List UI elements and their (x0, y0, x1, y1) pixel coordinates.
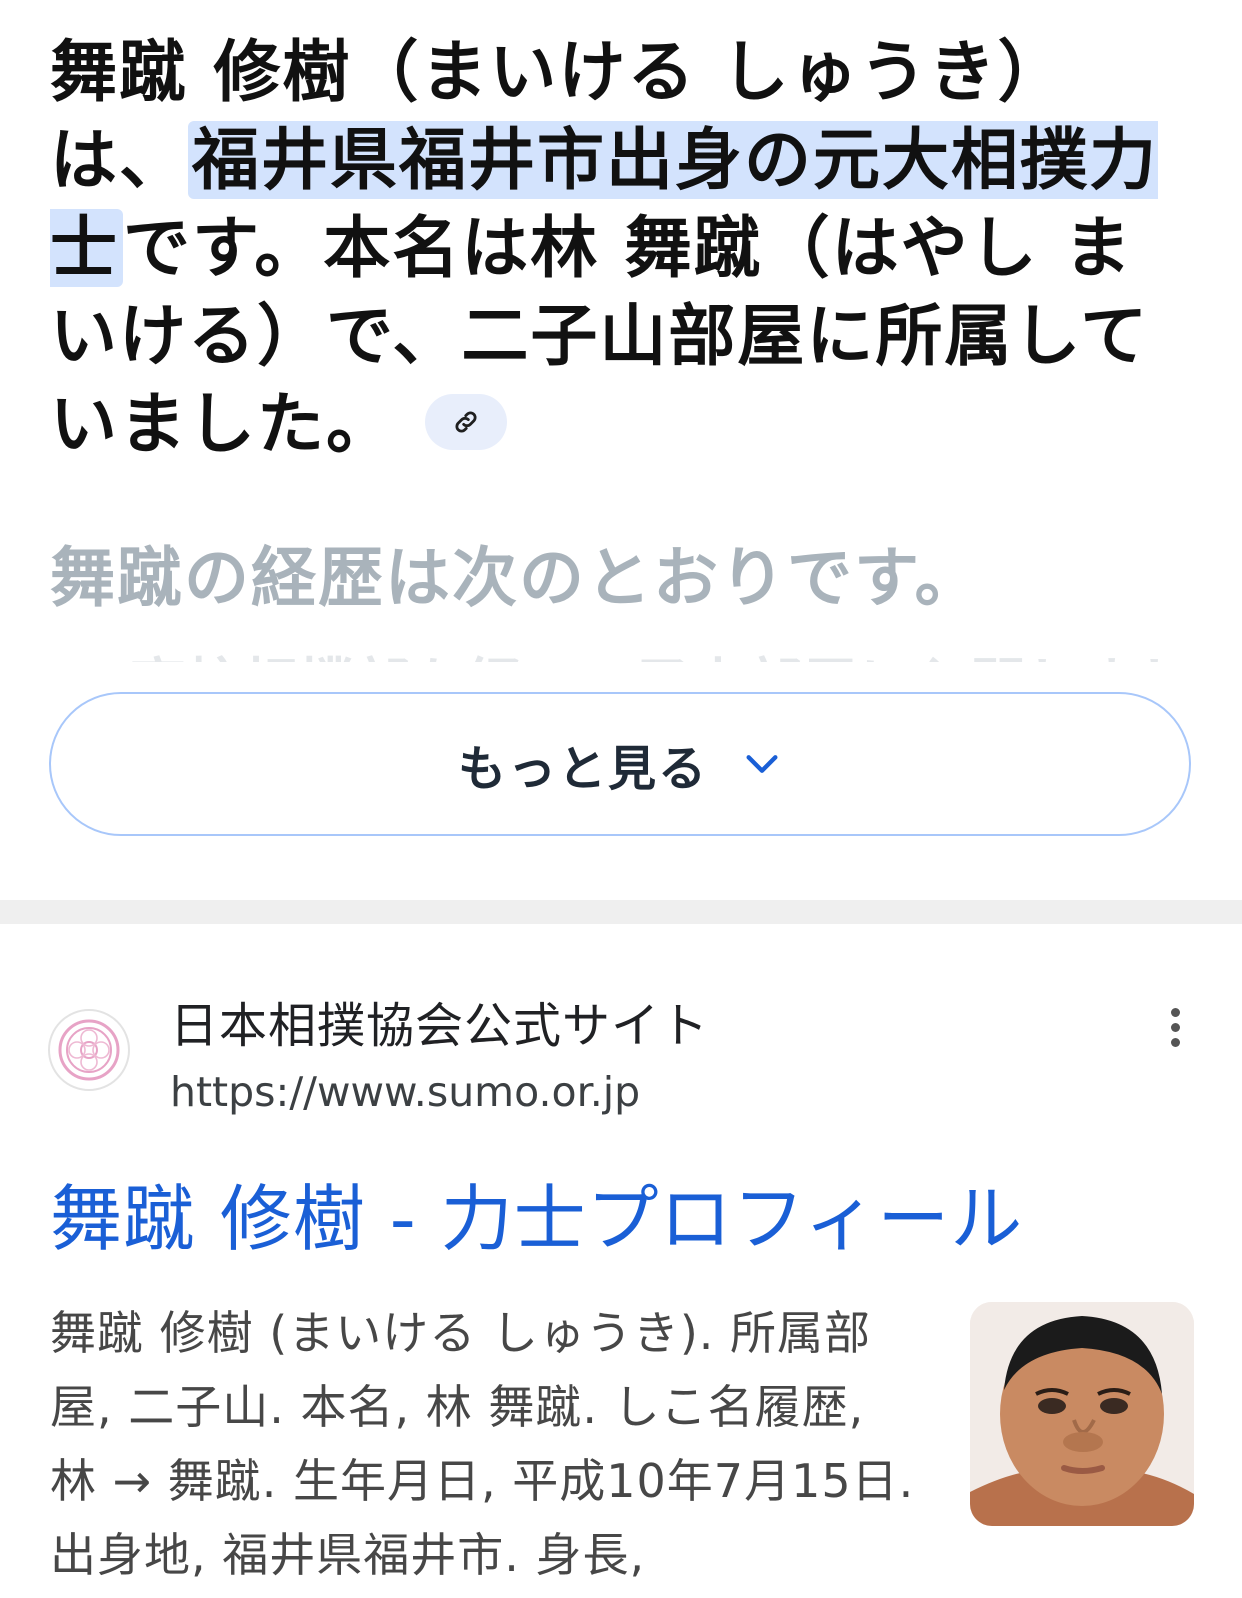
overview-faded-line: 舞蹴の経歴は次のとおりです。 (50, 541, 982, 616)
result-snippet: 舞蹴 修樹 (まいける しゅうき). 所属部屋, 二子山. 本名, 林 舞蹴. … (50, 1306, 915, 1582)
ai-overview-text: 舞蹴 修樹（まいける しゅうき）は、福井県福井市出身の元大相撲力士です。本名は林… (50, 28, 1200, 468)
citation-button[interactable] (425, 394, 507, 451)
more-vert-icon[interactable] (1164, 1008, 1186, 1052)
show-more-button[interactable]: もっと見る (49, 692, 1191, 836)
chevron-down-icon (746, 755, 778, 773)
section-divider (0, 900, 1242, 924)
rikishi-portrait-thumbnail[interactable] (970, 1302, 1194, 1526)
site-url[interactable]: https://www.sumo.or.jp (170, 1068, 640, 1116)
overview-faded-line-2: 高校相撲部を経て二子山部屋に入門しました (130, 640, 1170, 662)
result-title-link[interactable]: 舞蹴 修樹 - 力士プロフィール (50, 1160, 1023, 1265)
show-more-label: もっと見る (457, 741, 708, 797)
site-favicon[interactable] (48, 1009, 130, 1091)
site-name[interactable]: 日本相撲協会公式サイト (170, 986, 709, 1056)
rikishi-portrait (970, 1302, 1194, 1526)
overview-text-after: です。本名は林 舞蹴（はやし まいける）で、二子山部屋に所属していました。 (50, 209, 1150, 463)
link-icon (455, 411, 477, 433)
sumo-association-logo (58, 1019, 120, 1081)
